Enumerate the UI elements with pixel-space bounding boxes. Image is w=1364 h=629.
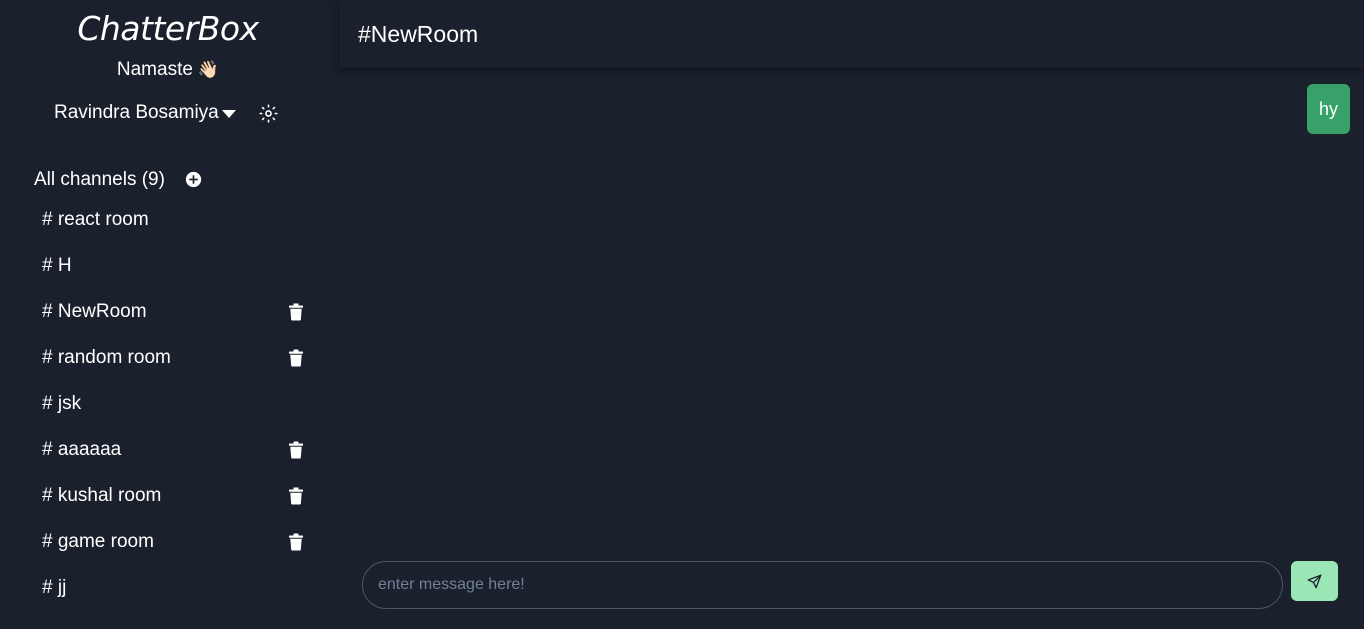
user-name: Ravindra Bosamiya	[54, 102, 219, 123]
channel-label: # H	[42, 255, 72, 276]
channel-label: # react room	[42, 209, 149, 230]
channel-item[interactable]: # H	[0, 243, 336, 289]
send-icon	[1307, 574, 1322, 588]
channel-label: # random room	[42, 347, 171, 368]
sidebar: ChatterBox Namaste👋🏻 Ravindra Bosamiya	[0, 0, 336, 629]
trash-icon	[289, 303, 303, 321]
channel-item[interactable]: # jsk	[0, 381, 336, 427]
channel-item[interactable]: # react room	[0, 197, 336, 243]
trash-icon	[289, 349, 303, 367]
delete-channel-button[interactable]	[289, 533, 303, 551]
send-button[interactable]	[1291, 561, 1338, 601]
delete-channel-button[interactable]	[289, 441, 303, 459]
waving-hand-icon: 👋🏻	[197, 60, 220, 79]
channel-label: # NewRoom	[42, 301, 147, 322]
chat-header: #NewRoom	[340, 0, 1364, 68]
channel-item[interactable]: # jj	[0, 565, 336, 611]
channel-label: # jsk	[42, 393, 82, 414]
channel-label: # aaaaaa	[42, 439, 122, 460]
add-channel-button[interactable]	[185, 171, 202, 188]
channel-item[interactable]: # kushal room	[0, 473, 336, 519]
user-menu: Ravindra Bosamiya	[54, 101, 236, 125]
channel-label: # game room	[42, 531, 154, 552]
channel-item[interactable]: # random room	[0, 335, 336, 381]
own-message-bubble: hy	[1306, 84, 1350, 134]
delete-channel-button[interactable]	[289, 349, 303, 367]
sun-icon	[258, 103, 278, 123]
user-menu-button[interactable]: Ravindra Bosamiya	[54, 102, 236, 124]
channel-item[interactable]: # aaaaaa	[0, 427, 336, 473]
trash-icon	[289, 533, 303, 551]
plus-circle-icon	[185, 171, 202, 188]
caret-down-icon	[221, 109, 236, 118]
delete-channel-button[interactable]	[289, 303, 303, 321]
chat-main: #NewRoom hy	[336, 0, 1364, 629]
room-title: #NewRoom	[358, 21, 479, 47]
trash-icon	[289, 441, 303, 459]
brand-title: ChatterBox	[77, 9, 259, 48]
channel-label: # kushal room	[42, 485, 162, 506]
channel-item[interactable]: # game room	[0, 519, 336, 565]
app: ChatterBox Namaste👋🏻 Ravindra Bosamiya	[0, 0, 1364, 629]
channel-label: # jj	[42, 577, 67, 598]
message-input[interactable]	[362, 561, 1283, 609]
channels-header: All channels (9)	[34, 168, 165, 192]
delete-channel-button[interactable]	[289, 487, 303, 505]
theme-toggle-button[interactable]	[258, 103, 278, 123]
greeting-text: Namaste	[116, 59, 193, 80]
channel-list: # react room # H # NewRoom # random room # j…	[0, 197, 336, 611]
trash-icon	[289, 487, 303, 505]
message-list: hy	[336, 68, 1364, 549]
channels-title: All channels (9)	[34, 169, 165, 190]
channel-item[interactable]: # NewRoom	[0, 289, 336, 335]
greeting: Namaste 👋🏻	[0, 59, 336, 81]
